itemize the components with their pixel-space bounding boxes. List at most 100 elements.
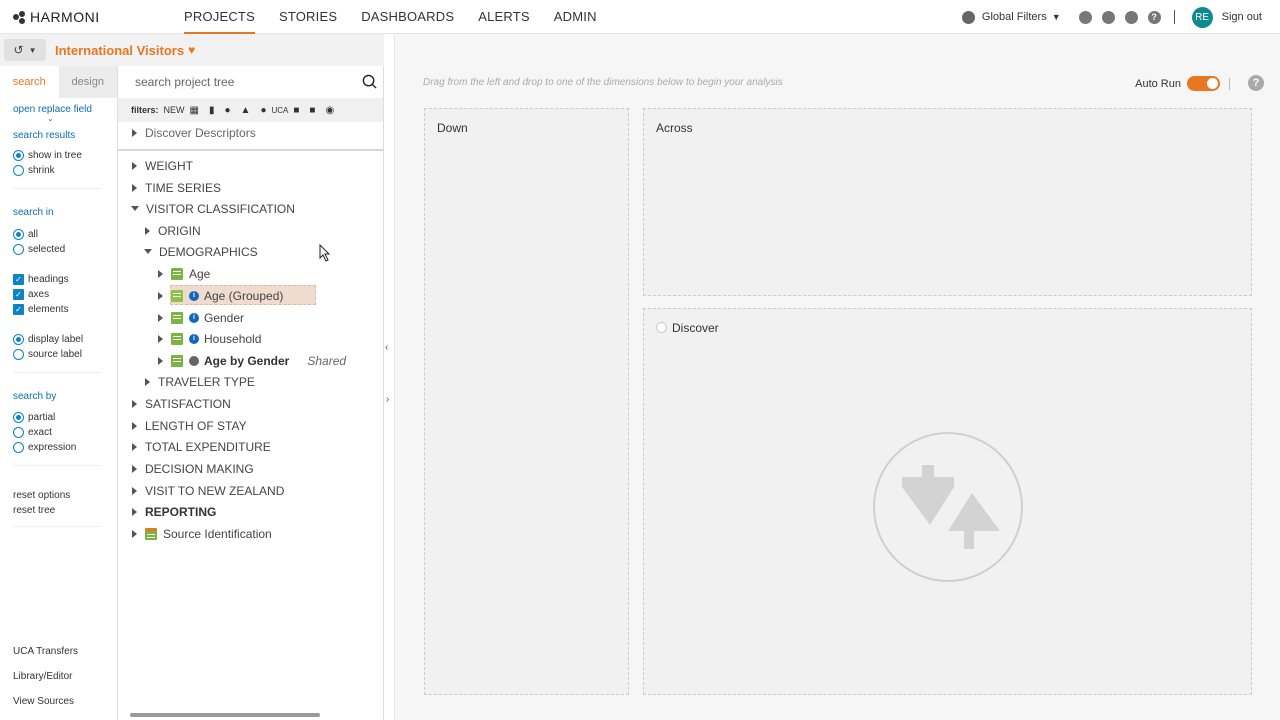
globe-icon[interactable] bbox=[961, 10, 975, 24]
radio-all[interactable]: all bbox=[13, 227, 117, 242]
reset-options-link[interactable]: reset options bbox=[13, 490, 117, 505]
tab-design[interactable]: design bbox=[58, 66, 117, 98]
contrast-icon[interactable] bbox=[1124, 10, 1138, 24]
caret-right-icon[interactable] bbox=[132, 486, 137, 495]
caret-right-icon[interactable] bbox=[132, 442, 137, 451]
checkbox-elements[interactable]: ✓ elements bbox=[13, 302, 117, 317]
user-filter-icon[interactable]: ● bbox=[260, 105, 266, 116]
caret-down-icon[interactable] bbox=[144, 249, 152, 254]
nav-dashboards[interactable]: DASHBOARDS bbox=[349, 0, 466, 34]
tree-node[interactable]: DECISION MAKING bbox=[132, 458, 254, 479]
brain-icon[interactable] bbox=[1101, 10, 1115, 24]
radio-show-in-tree[interactable]: show in tree bbox=[13, 148, 117, 163]
radio-display-label[interactable]: display label bbox=[13, 332, 117, 347]
drop-zone-down[interactable]: Down bbox=[424, 108, 629, 695]
caret-right-icon[interactable] bbox=[145, 226, 150, 235]
tree-node[interactable]: TOTAL EXPENDITURE bbox=[132, 436, 271, 457]
chevron-left-icon[interactable]: ‹ bbox=[385, 342, 388, 353]
folder-filter-icon[interactable]: ■ bbox=[293, 105, 299, 116]
caret-right-icon[interactable] bbox=[132, 507, 137, 516]
caret-right-icon[interactable] bbox=[158, 291, 163, 300]
tree-node[interactable]: Source Identification bbox=[132, 523, 272, 544]
tab-search[interactable]: search bbox=[0, 66, 59, 98]
caret-right-icon[interactable] bbox=[132, 183, 137, 192]
chevron-down-icon[interactable]: ⌄ bbox=[47, 115, 117, 123]
eye-icon[interactable] bbox=[1078, 10, 1092, 24]
search-icon[interactable] bbox=[362, 74, 377, 89]
caret-right-icon[interactable] bbox=[158, 334, 163, 343]
help-icon[interactable]: ? bbox=[1248, 75, 1264, 91]
heart-icon[interactable]: ♥ bbox=[188, 43, 195, 57]
tree-node[interactable]: TIME SERIES bbox=[132, 177, 221, 198]
radio-expression[interactable]: expression bbox=[13, 440, 117, 455]
tree-node[interactable]: Age bbox=[158, 263, 210, 284]
radio-selected[interactable]: selected bbox=[13, 242, 117, 257]
tree-search-input[interactable]: search project tree bbox=[118, 66, 383, 98]
uca-transfers-link[interactable]: UCA Transfers bbox=[13, 646, 78, 671]
view-sources-link[interactable]: View Sources bbox=[13, 696, 78, 720]
caret-right-icon[interactable] bbox=[158, 269, 163, 278]
panel-splitter[interactable]: ‹ › bbox=[384, 66, 394, 720]
grid-filter-icon[interactable]: ▦ bbox=[190, 105, 199, 116]
nav-alerts[interactable]: ALERTS bbox=[466, 0, 542, 34]
checkbox-axes[interactable]: ✓ axes bbox=[13, 287, 117, 302]
filter-new[interactable]: NEW bbox=[164, 105, 185, 115]
radio-partial[interactable]: partial bbox=[13, 410, 117, 425]
ruler-filter-icon[interactable]: ▮ bbox=[209, 105, 215, 116]
auto-run-control[interactable]: Auto Run bbox=[1135, 76, 1220, 91]
tree-node[interactable]: Age by Gender Shared bbox=[158, 350, 346, 371]
library-editor-link[interactable]: Library/Editor bbox=[13, 671, 78, 696]
auto-run-toggle[interactable] bbox=[1187, 76, 1220, 91]
sign-out-link[interactable]: Sign out bbox=[1222, 11, 1262, 23]
visibility-filter-icon[interactable]: ◉ bbox=[325, 105, 334, 116]
filter-uca[interactable]: UCA bbox=[271, 106, 288, 115]
radio-source-label[interactable]: source label bbox=[13, 347, 117, 362]
checkbox-headings[interactable]: ✓ headings bbox=[13, 272, 117, 287]
tree-node[interactable]: WEIGHT bbox=[132, 155, 193, 176]
radio-shrink[interactable]: shrink bbox=[13, 163, 117, 178]
drop-zone-across[interactable]: Across bbox=[643, 108, 1252, 296]
caret-down-icon[interactable] bbox=[131, 206, 139, 211]
tree-node[interactable]: i Gender bbox=[158, 307, 244, 328]
tree-node[interactable]: i Household bbox=[158, 328, 261, 349]
tree-node[interactable]: LENGTH OF STAY bbox=[132, 415, 247, 436]
tree-node[interactable]: DEMOGRAPHICS bbox=[144, 241, 258, 262]
help-icon[interactable]: ? bbox=[1147, 10, 1161, 24]
location-filter-icon[interactable]: ● bbox=[224, 105, 230, 116]
caret-right-icon[interactable] bbox=[132, 161, 137, 170]
caret-right-icon[interactable] bbox=[132, 399, 137, 408]
caret-right-icon[interactable] bbox=[145, 377, 150, 386]
tree-node[interactable]: VISIT TO NEW ZEALAND bbox=[132, 480, 284, 501]
caret-right-icon[interactable] bbox=[158, 313, 163, 322]
caret-right-icon[interactable] bbox=[132, 464, 137, 473]
open-replace-field-link[interactable]: open replace field bbox=[13, 104, 117, 115]
caret-right-icon[interactable] bbox=[132, 128, 137, 137]
caret-right-icon[interactable] bbox=[132, 529, 137, 538]
tree-node[interactable]: Discover Descriptors bbox=[132, 122, 256, 143]
tree-node[interactable]: REPORTING bbox=[132, 501, 216, 522]
nav-projects[interactable]: PROJECTS bbox=[172, 0, 267, 34]
reset-tree-link[interactable]: reset tree bbox=[13, 505, 117, 520]
tree-node-selected[interactable]: i Age (Grouped) bbox=[118, 285, 384, 306]
caret-right-icon[interactable] bbox=[132, 421, 137, 430]
tree-node[interactable]: VISITOR CLASSIFICATION bbox=[131, 198, 295, 219]
nav-stories[interactable]: STORIES bbox=[267, 0, 349, 34]
tree-node[interactable]: SATISFACTION bbox=[132, 393, 231, 414]
caret-right-icon[interactable] bbox=[158, 356, 163, 365]
drop-zone-discover[interactable]: Discover bbox=[643, 308, 1252, 695]
top-bar: HARMONI PROJECTS STORIES DASHBOARDS ALER… bbox=[0, 0, 1280, 34]
tree-node[interactable]: TRAVELER TYPE bbox=[145, 371, 255, 392]
radio-exact[interactable]: exact bbox=[13, 425, 117, 440]
avatar[interactable]: RE bbox=[1191, 6, 1213, 28]
history-button[interactable]: ↺ ▼ bbox=[4, 39, 46, 61]
nav-admin[interactable]: ADMIN bbox=[542, 0, 609, 34]
global-filters-dropdown[interactable]: Global Filters bbox=[982, 11, 1047, 23]
harmoni-logo[interactable]: HARMONI bbox=[13, 9, 100, 25]
scrollbar-thumb[interactable] bbox=[130, 713, 320, 717]
chevron-down-icon[interactable]: ▼ bbox=[1052, 12, 1061, 22]
tree-node[interactable]: ORIGIN bbox=[145, 220, 201, 241]
tree-scrollbar[interactable] bbox=[122, 712, 380, 718]
chevron-right-icon[interactable]: › bbox=[386, 394, 389, 405]
chart-filter-icon[interactable]: ▲ bbox=[241, 105, 251, 116]
layout-filter-icon[interactable]: ■ bbox=[309, 105, 315, 116]
